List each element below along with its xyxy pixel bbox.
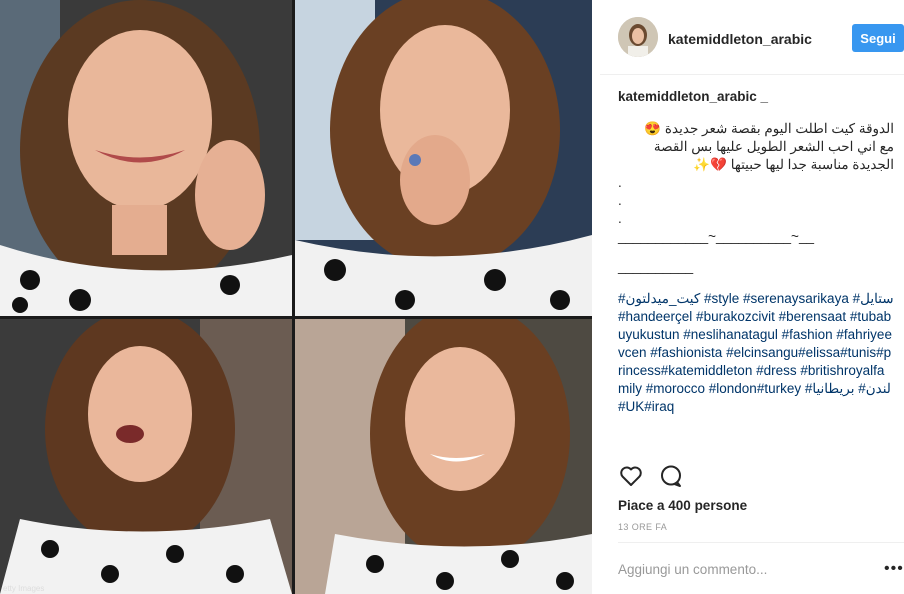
photo-tile-top-left	[0, 0, 292, 316]
follow-button[interactable]: Segui	[852, 24, 904, 52]
post-timestamp[interactable]: 13 ORE FA	[618, 522, 667, 532]
caption-dot-3: .	[618, 211, 622, 226]
post-caption: katemiddleton_arabic _ الدوقة كيت اطلت ا…	[618, 88, 894, 416]
post-photo-collage[interactable]: etty Images	[0, 0, 592, 594]
photo-tile-bottom-left: etty Images	[0, 319, 292, 594]
post-header: katemiddleton_arabic Segui	[600, 0, 904, 75]
caption-line-2: مع اني احب الشعر الطويل عليها بس القصة	[653, 139, 894, 154]
divider	[618, 542, 904, 543]
caption-line-3: الجديدة مناسبة جدا ليها حبيتها 💔✨	[693, 157, 894, 172]
comment-input[interactable]: Aggiungi un commento...	[618, 562, 767, 577]
photo-tile-top-right	[295, 0, 592, 316]
caption-hashtags[interactable]: #كيت_ميدلتون #style #serenaysarikaya #ست…	[618, 290, 894, 416]
caption-separator-2: __________	[618, 259, 694, 274]
caption-line-1: الدوقة كيت اطلت اليوم بقصة شعر جديدة 😍	[644, 121, 894, 136]
caption-dot-2: .	[618, 193, 622, 208]
heart-outline-icon[interactable]	[618, 463, 644, 489]
photo-tile-bottom-right	[295, 319, 592, 594]
caption-username[interactable]: katemiddleton_arabic _	[618, 88, 894, 106]
avatar[interactable]	[618, 17, 658, 57]
speech-bubble-icon[interactable]	[658, 463, 684, 489]
post-actions	[618, 463, 894, 489]
caption-separator-1: ____________~__________~__	[618, 229, 814, 244]
header-username[interactable]: katemiddleton_arabic	[668, 31, 812, 47]
caption-dot-1: .	[618, 175, 622, 190]
photo-credit: etty Images	[3, 584, 45, 593]
more-options-button[interactable]: •••	[884, 560, 904, 578]
post-sidebar: katemiddleton_arabic Segui katemiddleton…	[600, 0, 904, 594]
like-count[interactable]: Piace a 400 persone	[618, 498, 747, 513]
